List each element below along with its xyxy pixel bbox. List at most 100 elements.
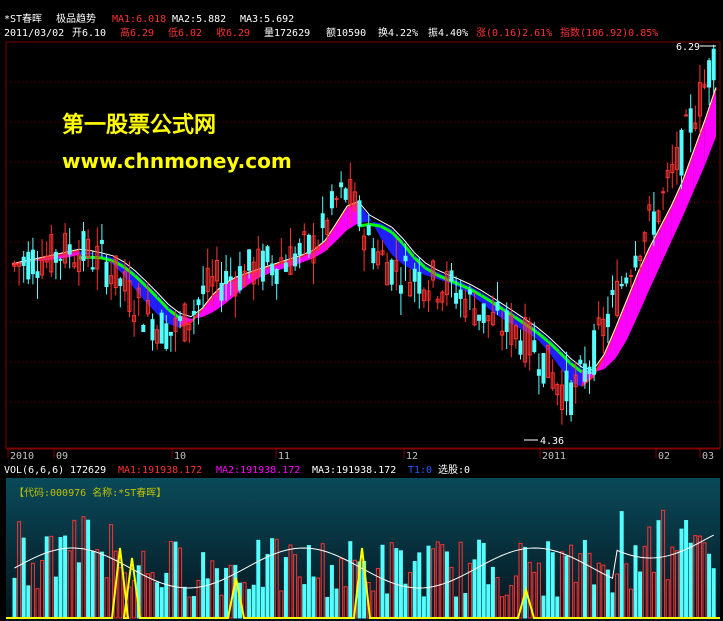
candle-body <box>247 249 252 271</box>
candle-body <box>297 243 302 256</box>
candle-body <box>270 263 275 276</box>
candle-body <box>711 48 716 81</box>
candle-body <box>224 271 229 284</box>
volume-bar <box>164 572 169 619</box>
volume-bar <box>688 542 693 619</box>
candle-body <box>619 283 624 287</box>
quote-open: 开6.10 <box>72 28 106 39</box>
candle-body <box>633 255 638 268</box>
price-high-label: 6.29 <box>676 42 700 53</box>
candle-body <box>398 285 403 294</box>
candle-body <box>366 224 371 236</box>
volume-bar <box>256 539 261 619</box>
volume-bar <box>684 520 689 619</box>
trend-edge-segment <box>369 222 382 228</box>
volume-bar <box>550 552 555 619</box>
candle-body <box>150 319 155 341</box>
volume-bar <box>306 545 311 619</box>
candle-body <box>81 231 86 261</box>
candle-body <box>518 340 523 355</box>
candle-body <box>99 239 104 244</box>
candle-body <box>504 310 509 333</box>
candle-body <box>564 370 569 402</box>
vol-t1: T1:0 <box>408 465 432 476</box>
candle-body <box>274 269 279 284</box>
candle-body <box>118 278 123 287</box>
candle-body <box>191 310 196 315</box>
indicator-name: 极品趋势 <box>56 12 96 25</box>
candle-body <box>541 352 546 384</box>
time-label: 10 <box>174 451 186 462</box>
trend-band-segment <box>704 89 716 166</box>
stock-chart[interactable]: *ST春晖 极品趋势 MA1:6.018 MA2:5.882 MA3:5.692… <box>0 0 723 621</box>
volume-bar <box>421 596 426 619</box>
volume-bar <box>311 576 316 619</box>
watermark-url: www.chnmoney.com <box>62 149 292 173</box>
candle-body <box>320 213 325 229</box>
volume-bar <box>86 519 91 619</box>
volume-bar <box>477 539 482 619</box>
price-low-label: 4.36 <box>540 436 564 447</box>
trend-band-segment <box>336 207 348 242</box>
candle-body <box>578 359 583 365</box>
stock-name: *ST春晖 <box>4 13 42 25</box>
candle-body <box>237 266 242 291</box>
candle-body <box>481 303 486 324</box>
quote-volume: 量172629 <box>264 27 310 39</box>
quote-close: 收6.29 <box>216 26 250 39</box>
sub-chart-title: 【代码:000976 名称:*ST春晖】 <box>14 486 166 499</box>
candle-body <box>569 382 574 415</box>
volume-bar <box>523 546 528 619</box>
ma2-value: MA2:5.882 <box>172 14 226 25</box>
volume-bar <box>403 583 408 619</box>
candle-body <box>477 314 482 321</box>
volume-bar <box>490 566 495 619</box>
volume-bar <box>481 543 486 619</box>
candle-body <box>260 250 265 282</box>
volume-bar <box>454 596 459 619</box>
time-label: 09 <box>56 451 68 462</box>
ma3-value: MA3:5.692 <box>240 14 294 25</box>
candle-body <box>357 200 362 227</box>
volume-bar <box>21 537 26 619</box>
candle-body <box>178 316 183 321</box>
volume-bar <box>656 520 661 619</box>
candle-body <box>201 285 206 295</box>
volume-bar <box>283 557 288 619</box>
candle-body <box>403 255 408 262</box>
time-label: 03 <box>702 451 714 462</box>
candle-body <box>58 258 63 261</box>
volume-bar <box>394 548 399 619</box>
candle-body <box>389 259 394 285</box>
volume-bar <box>173 541 178 619</box>
candle-body <box>283 262 288 272</box>
candle-body <box>141 325 146 333</box>
volume-bar <box>486 584 491 619</box>
time-label: 12 <box>406 451 418 462</box>
volume-bar <box>619 511 624 619</box>
volume-bar <box>711 568 716 619</box>
volume-bar <box>12 577 17 619</box>
volume-bar <box>53 576 58 619</box>
trend-band-segment <box>626 275 638 341</box>
volume-bar <box>592 584 597 619</box>
quote-index: 指数(106.92)0.85% <box>560 26 658 39</box>
volume-bar <box>224 567 229 619</box>
volume-bar <box>610 592 615 619</box>
candle-body <box>329 191 334 209</box>
candle-body <box>228 276 233 281</box>
candle-body <box>371 248 376 264</box>
watermark-title: 第一股票公式网 <box>62 112 216 138</box>
vol-ma3: MA3:191938.172 <box>312 465 396 476</box>
quote-change: 涨(0.16)2.61% <box>476 27 552 39</box>
candle-body <box>610 289 615 295</box>
candle-body <box>159 312 164 344</box>
candle-body <box>293 253 298 267</box>
volume-bar <box>325 597 330 619</box>
time-axis: 2010 09 10 11 12 2011 02 03 <box>7 449 714 462</box>
volume-bar <box>638 571 643 619</box>
quote-high: 高6.29 <box>120 26 154 39</box>
volume-bar <box>412 561 417 619</box>
quote-amount: 额10590 <box>326 26 366 39</box>
volume-bar <box>398 550 403 619</box>
